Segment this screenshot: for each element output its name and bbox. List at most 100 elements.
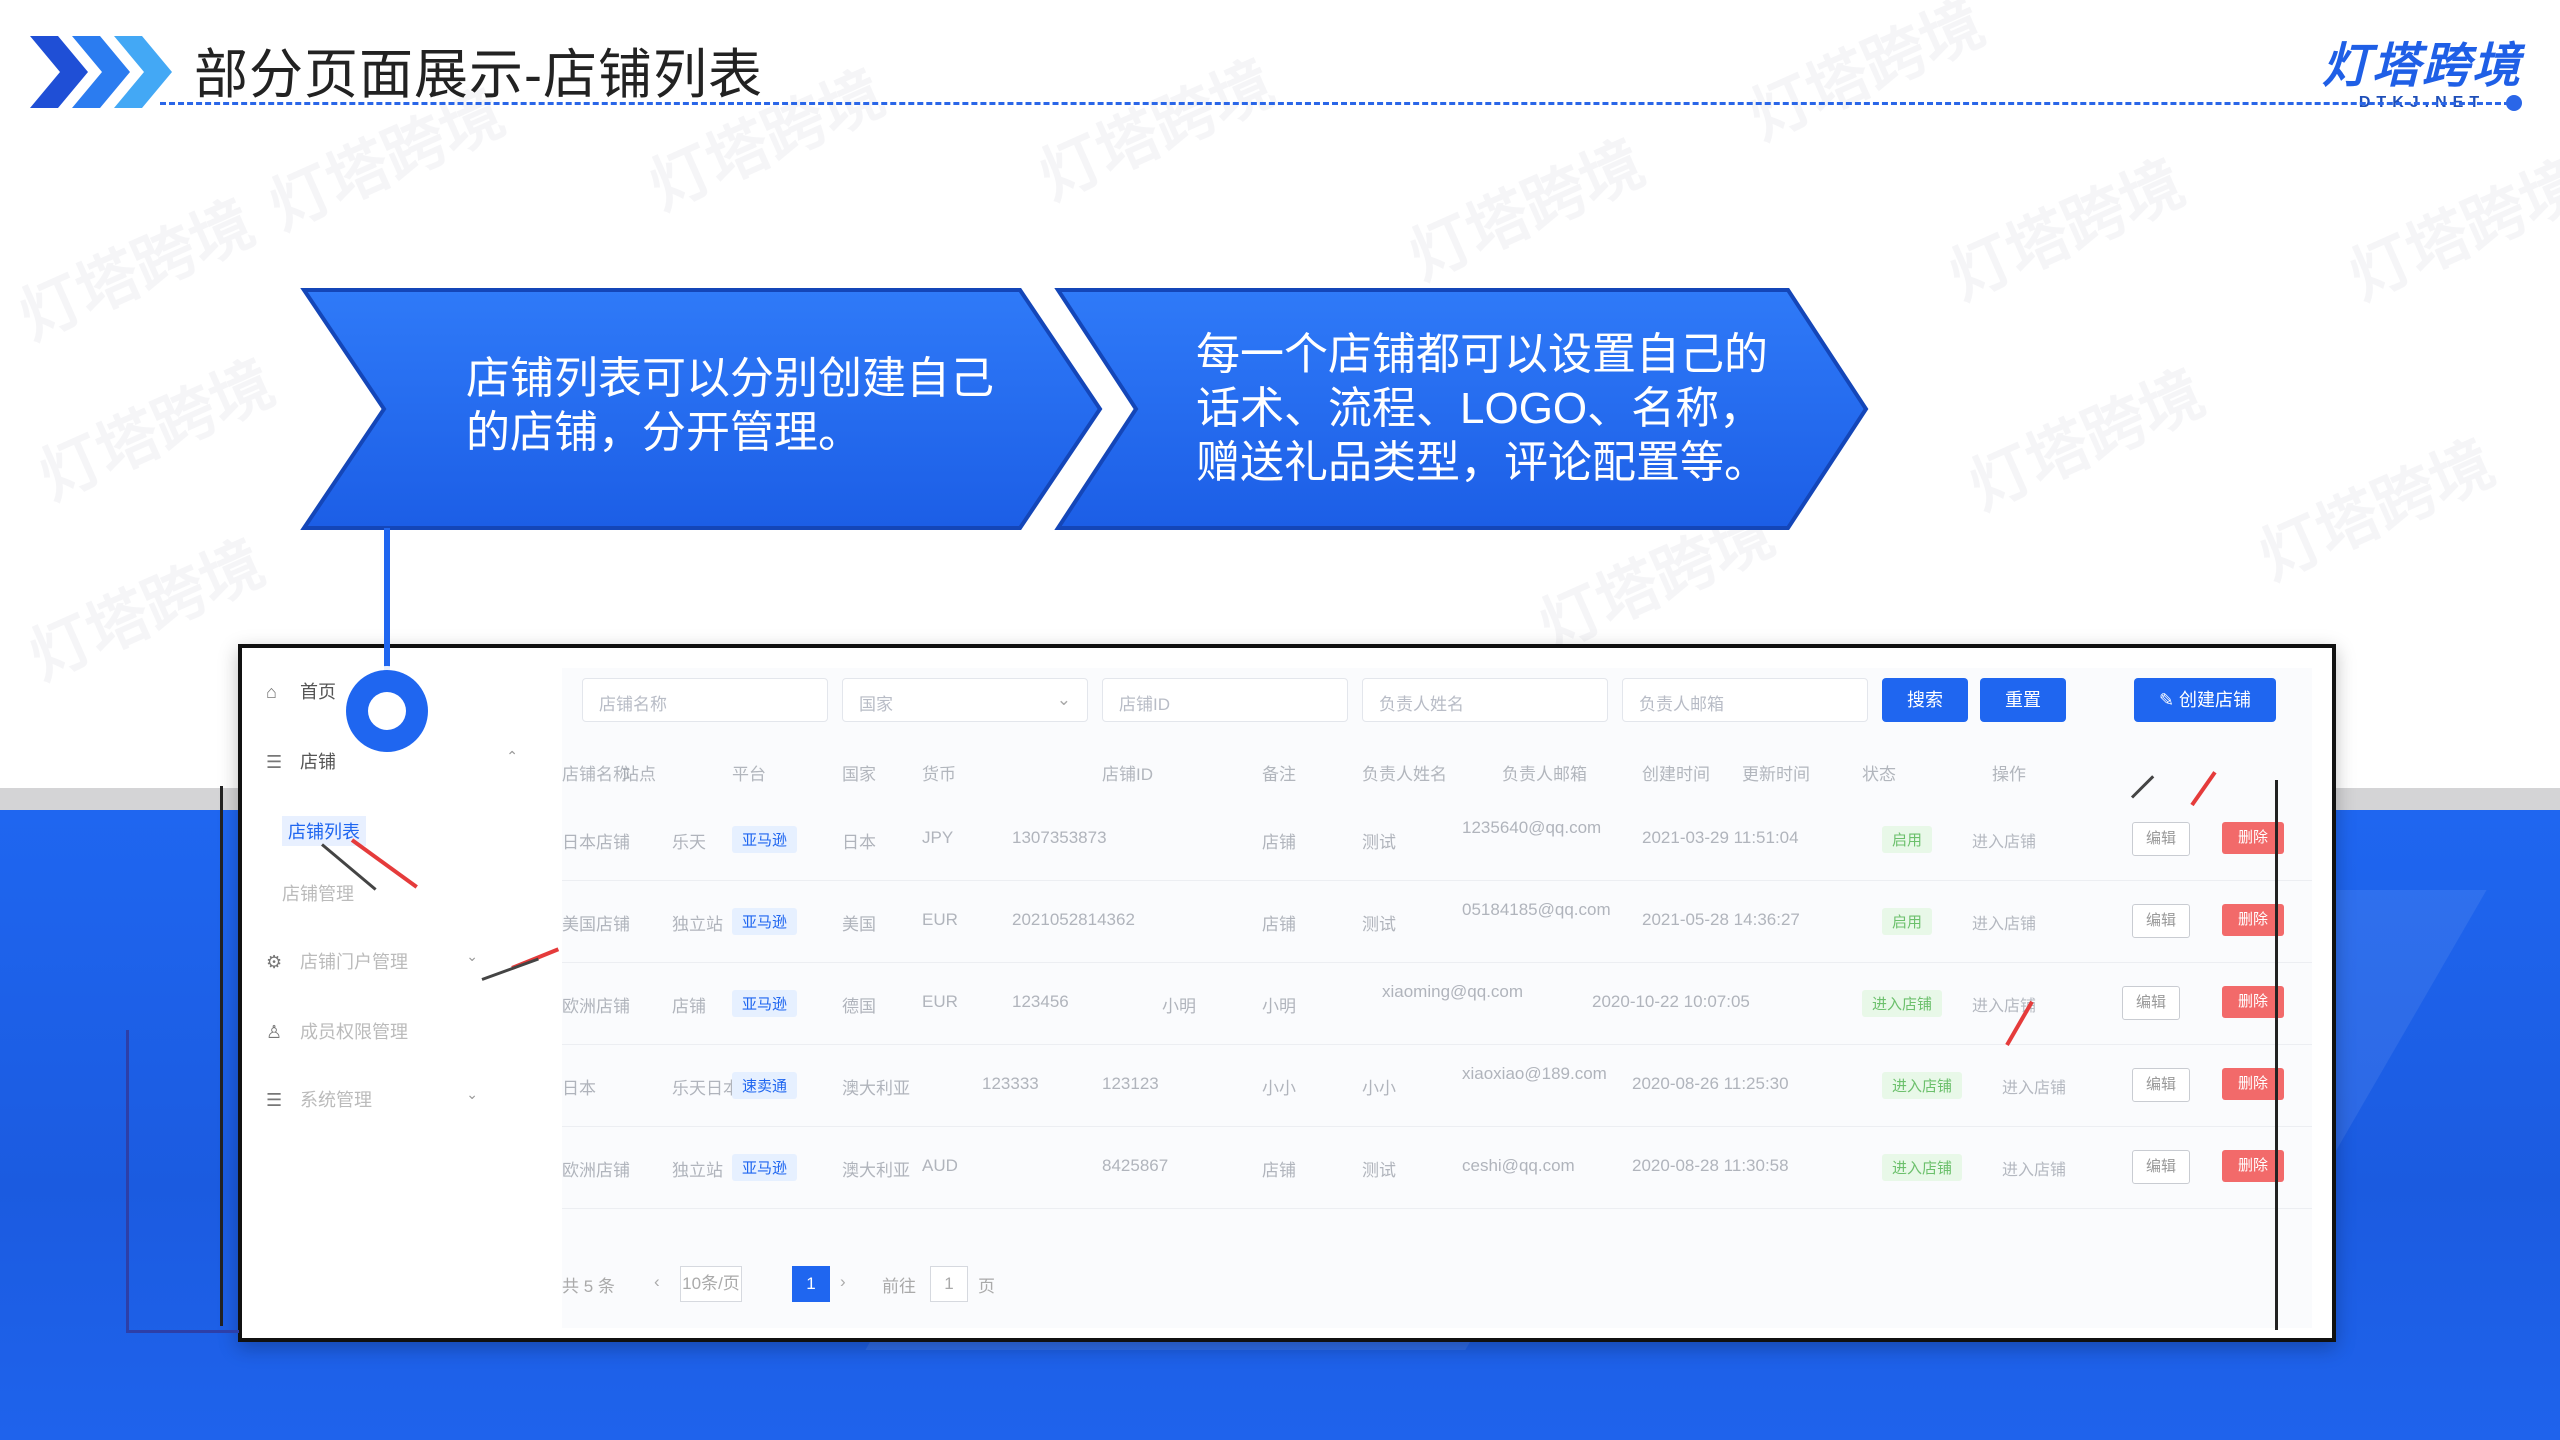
cell-name: 欧洲店铺	[562, 1161, 630, 1180]
cell-shop-id: 1307353873	[1012, 828, 1107, 847]
cell-created: 2020-08-28 11:30:58	[1632, 1156, 1789, 1175]
edit-button[interactable]: 编辑	[2132, 1068, 2190, 1102]
column-header: 平台	[732, 765, 766, 784]
enter-shop-link[interactable]: 进入店铺	[2002, 1156, 2066, 1180]
callout-line: 的店铺，分开管理。	[466, 408, 862, 457]
cell-created: 2020-10-22 10:07:05	[1592, 992, 1750, 1011]
platform-tag: 速卖通	[732, 1072, 798, 1099]
edit-button[interactable]: 编辑	[2122, 986, 2180, 1020]
placeholder: 国家	[859, 695, 893, 714]
sidebar-item-members[interactable]: ♙ 成员权限管理	[266, 1018, 408, 1044]
sidebar-item-portal[interactable]: ⚙ 店铺门户管理 ⌄	[266, 948, 492, 974]
list-icon: ☰	[266, 1090, 283, 1110]
page-size-select[interactable]: 10条/页	[680, 1266, 742, 1302]
status-badge: 启用	[1882, 826, 1933, 853]
watermark-text: 灯塔跨境	[1029, 48, 1284, 213]
column-header: 操作	[1992, 765, 2026, 784]
main-panel: 店铺名称 国家 ⌄ 店铺ID 负责人姓名 负责人邮箱 搜索 重置 ✎ 创建店铺 店…	[562, 668, 2312, 1328]
user-icon: ♙	[266, 1022, 283, 1042]
cell-site: 乐天	[672, 833, 706, 852]
sidebar-item-system[interactable]: ☰ 系统管理 ⌄	[266, 1086, 492, 1112]
platform-tag: 亚马逊	[732, 908, 798, 935]
next-page-button[interactable]: ›	[840, 1272, 846, 1292]
table-row: 日本店铺 乐天 亚马逊 日本 JPY 1307353873 店铺 测试 1235…	[562, 800, 2312, 881]
total-count: 共 5 条	[562, 1277, 615, 1296]
chevron-down-icon: ⌄	[1056, 690, 1071, 709]
brand-name: 灯塔跨境	[2321, 40, 2522, 93]
search-button[interactable]: 搜索	[1882, 678, 1968, 722]
page-current[interactable]: 1	[792, 1266, 830, 1302]
cell-remark: 店铺	[1262, 833, 1296, 852]
cell-owner: 测试	[1362, 1161, 1396, 1180]
enter-shop-link[interactable]: 进入店铺	[2002, 1074, 2066, 1098]
platform-tag: 亚马逊	[732, 990, 798, 1017]
edit-button[interactable]: 编辑	[2132, 1150, 2190, 1184]
reset-button[interactable]: 重置	[1980, 678, 2066, 722]
column-header: 国家	[842, 765, 876, 784]
cell-site: 店铺	[672, 997, 706, 1016]
watermark-text: 灯塔跨境	[1939, 148, 2194, 313]
placeholder: 负责人邮箱	[1639, 695, 1724, 714]
goto-page-input[interactable]: 1	[930, 1266, 968, 1302]
edit-button[interactable]: 编辑	[2132, 904, 2190, 938]
cell-currency: JPY	[922, 828, 954, 847]
watermark-text: 灯塔跨境	[1399, 128, 1654, 293]
prev-page-button[interactable]: ‹	[654, 1272, 660, 1292]
cell-country: 德国	[842, 997, 876, 1016]
enter-shop-link[interactable]: 进入店铺	[1972, 910, 2036, 934]
cell-remark: 店铺	[1262, 915, 1296, 934]
country-select[interactable]: 国家 ⌄	[842, 678, 1088, 722]
column-header: 店铺名称	[562, 765, 630, 784]
cell-country: 美国	[842, 915, 876, 934]
sidebar-item-label: 首页	[300, 682, 336, 702]
shop-name-input[interactable]: 店铺名称	[582, 678, 828, 722]
status-badge: 进入店铺	[1882, 1072, 1963, 1099]
cell-name: 日本	[562, 1079, 596, 1098]
cell-shop-id: 8425867	[1102, 1156, 1169, 1175]
owner-name-input[interactable]: 负责人姓名	[1362, 678, 1608, 722]
create-shop-button[interactable]: ✎ 创建店铺	[2134, 678, 2276, 722]
cell-site: 乐天日本	[672, 1079, 740, 1098]
create-label: 创建店铺	[2179, 690, 2252, 710]
callout-line: 店铺列表可以分别创建自己	[466, 354, 994, 403]
cell-remark: 小明	[1162, 997, 1196, 1016]
watermark-text: 灯塔跨境	[1739, 0, 1994, 153]
cell-name: 欧洲店铺	[562, 997, 630, 1016]
sidebar-item-home[interactable]: ⌂ 首页	[266, 678, 336, 704]
column-header: 负责人邮箱	[1502, 765, 1587, 784]
sidebar-item-shop-manage[interactable]: 店铺管理	[282, 880, 354, 906]
decor-outline	[180, 786, 223, 1326]
cell-email: xiaoxiao@189.com	[1462, 1064, 1607, 1083]
enter-shop-link[interactable]: 进入店铺	[1972, 828, 2036, 852]
cell-remark: 店铺	[1262, 1161, 1296, 1180]
column-header: 创建时间	[1642, 765, 1710, 784]
chevron-up-icon: ⌃	[506, 748, 518, 764]
owner-email-input[interactable]: 负责人邮箱	[1622, 678, 1868, 722]
shop-id-input[interactable]: 店铺ID	[1102, 678, 1348, 722]
column-header: 更新时间	[1742, 765, 1810, 784]
table-row: 美国店铺 独立站 亚马逊 美国 EUR 2021052814362 店铺 测试 …	[562, 882, 2312, 963]
home-icon: ⌂	[266, 682, 277, 702]
cell-owner: 测试	[1362, 833, 1396, 852]
watermark-text: 灯塔跨境	[1959, 358, 2214, 523]
cell-owner: 小小	[1362, 1079, 1396, 1098]
cell-site: 独立站	[672, 1161, 723, 1180]
sidebar-item-shop[interactable]: ☰ 店铺 ⌃	[266, 748, 532, 774]
sidebar-item-label: 店铺列表	[288, 822, 360, 842]
edit-button[interactable]: 编辑	[2132, 822, 2190, 856]
sidebar-item-label: 店铺管理	[282, 884, 354, 904]
cell-owner: 测试	[1362, 915, 1396, 934]
cell-country: 日本	[842, 833, 876, 852]
sidebar-item-label: 店铺门户管理	[300, 952, 408, 972]
decor-outline	[2215, 780, 2278, 1330]
cell-created: 2020-08-26 11:25:30	[1632, 1074, 1789, 1093]
column-header: 站点	[622, 765, 656, 784]
cell-name: 美国店铺	[562, 915, 630, 934]
column-header: 状态	[1862, 765, 1896, 784]
status-badge: 启用	[1882, 908, 1933, 935]
callout-line: 每一个店铺都可以设置自己的	[1196, 330, 1768, 379]
chevrons-icon	[30, 36, 172, 108]
app-screenshot: ⌂ 首页 ☰ 店铺 ⌃ 店铺列表 店铺管理 ⚙ 店铺门户管理 ⌄ ♙ 成员权限管理 ☰ 系统管…	[238, 644, 2336, 1342]
pagination: 共 5 条 10条/页 ‹ 1 › 前往 1 页	[562, 1262, 1362, 1302]
cell-email: 1235640@qq.com	[1462, 818, 1602, 837]
